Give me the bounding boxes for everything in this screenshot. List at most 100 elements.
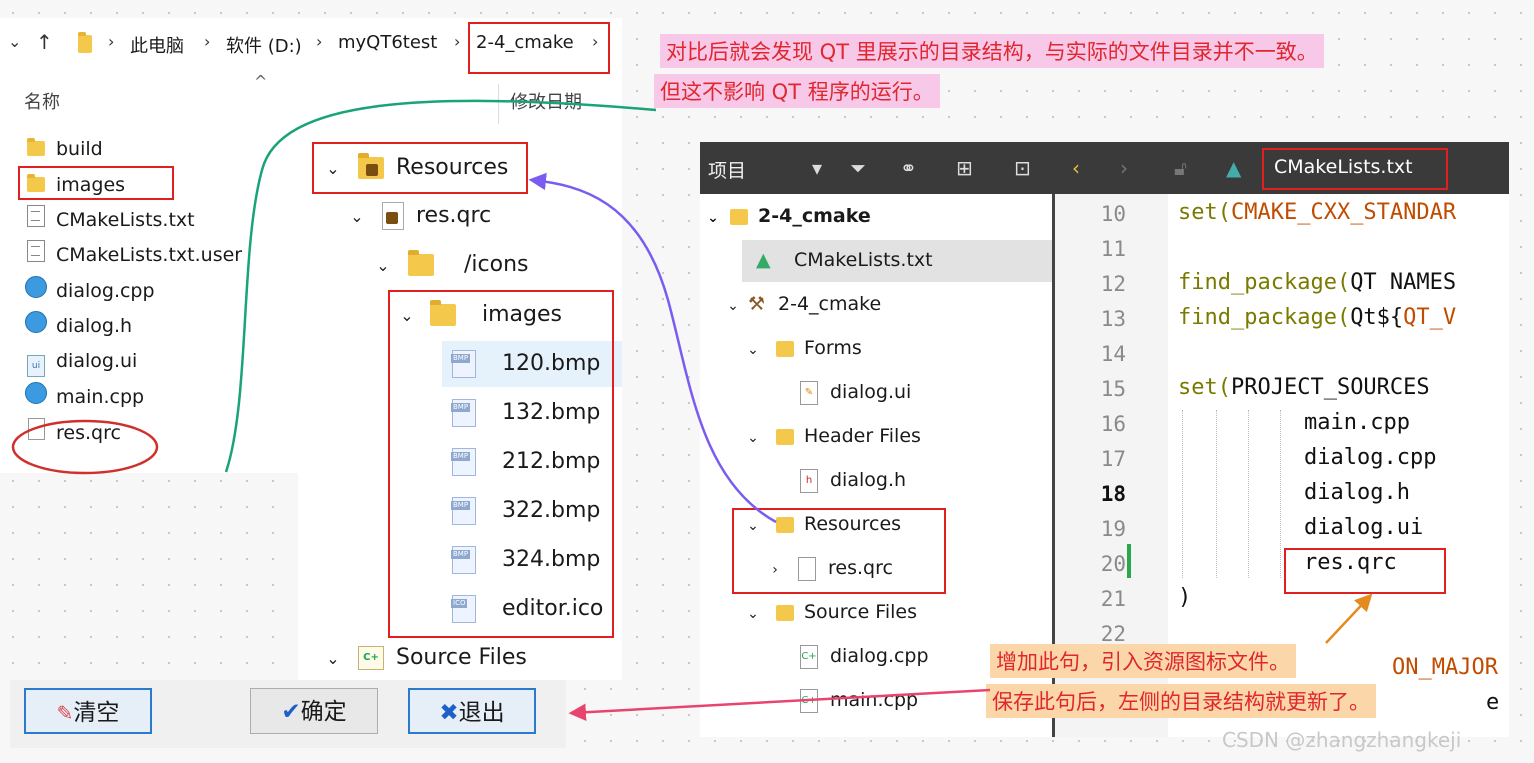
tree-label: /icons (464, 252, 529, 277)
chevron-down-icon[interactable]: ⌄ (370, 246, 396, 286)
line-number: 16 (1100, 412, 1126, 436)
file-item-cmakelists-user[interactable]: CMakeLists.txt.user (24, 240, 242, 270)
project-item-target[interactable]: ⌄ ⚒ 2-4_cmake (724, 284, 881, 324)
code-line-16: main.cpp (1304, 410, 1410, 435)
ok-button-label: 确定 (300, 699, 347, 725)
project-item-headers[interactable]: ⌄ Header Files (744, 416, 921, 456)
file-item-main-cpp[interactable]: main.cpp (24, 382, 144, 412)
line-number: 11 (1100, 237, 1126, 261)
lock-icon[interactable]: 🔓︎ (1174, 156, 1187, 180)
breadcrumb-this-pc[interactable]: 此电脑 (130, 32, 184, 58)
breadcrumb-myqt6test[interactable]: myQT6test (338, 32, 437, 53)
qt-creator-icon (24, 311, 48, 342)
tree-label: dialog.cpp (830, 645, 929, 667)
projects-label: 项目 (708, 160, 747, 182)
line-number: 17 (1100, 447, 1126, 471)
project-item-main-cpp[interactable]: C+ main.cpp (800, 680, 918, 720)
folder-icon (78, 32, 92, 58)
chevron-down-icon[interactable]: ⌄ (724, 286, 742, 326)
chevron-down-icon[interactable]: ⌄ (744, 594, 762, 634)
file-item-dialog-h[interactable]: dialog.h (24, 311, 132, 341)
tree-label: dialog.h (830, 469, 907, 491)
project-item-cmakelists[interactable]: ▲ CMakeLists.txt (756, 240, 933, 280)
split-icon[interactable]: ⊞ (956, 156, 973, 180)
hammer-icon: ⚒ (748, 293, 766, 315)
exit-button-label: 退出 (458, 700, 505, 726)
code-line-18: dialog.h (1304, 480, 1410, 505)
code-line-17: dialog.cpp (1304, 445, 1437, 470)
chevron-down-icon[interactable]: ⌄ (344, 197, 370, 237)
dropdown-icon[interactable]: ▾ (812, 156, 822, 180)
chevron-right-icon: › (454, 32, 461, 51)
highlight-box (1262, 148, 1448, 190)
eraser-icon: ✎ (56, 701, 74, 725)
code-line-10: set(CMAKE_CXX_STANDAR (1178, 200, 1457, 225)
text-file-icon (24, 205, 48, 236)
indent-guide (1248, 410, 1250, 578)
project-root[interactable]: ⌄ 2-4_cmake (704, 196, 871, 236)
exit-button[interactable]: ✖退出 (408, 688, 536, 734)
file-name: dialog.ui (56, 350, 138, 372)
back-icon[interactable]: ‹ (1072, 156, 1080, 180)
line-number: 12 (1100, 272, 1126, 296)
close-icon: ✖ (439, 700, 459, 726)
file-name: CMakeLists.txt (56, 209, 195, 231)
chevron-down-icon[interactable]: ⌄ (704, 198, 722, 238)
annotation-bottom-line1: 增加此句，引入资源图标文件。 (990, 644, 1296, 678)
file-item-build[interactable]: build (24, 134, 103, 164)
chevron-down-icon[interactable]: ⌄ (8, 32, 21, 51)
ok-button[interactable]: ✔确定 (250, 688, 378, 734)
project-item-dialog-h[interactable]: h dialog.h (800, 460, 906, 500)
header-file-icon: h (800, 468, 818, 493)
forward-icon[interactable]: › (1120, 156, 1128, 180)
project-item-forms[interactable]: ⌄ Forms (744, 328, 862, 368)
folder-icon (776, 340, 794, 357)
file-name: dialog.h (56, 315, 133, 337)
project-item-dialog-cpp[interactable]: C+ dialog.cpp (800, 636, 929, 676)
filter-icon[interactable]: ⏷ (850, 156, 866, 180)
clear-button[interactable]: ✎清空 (24, 688, 152, 734)
project-folder-icon (730, 208, 748, 225)
ui-file-icon: ✎ (800, 380, 818, 405)
chevron-down-icon[interactable]: ⌄ (320, 639, 346, 679)
indent-guide (1280, 410, 1282, 578)
cmake-icon: ▲ (1226, 156, 1242, 180)
line-number: 15 (1100, 377, 1126, 401)
annotation-bottom-line2: 保存此句后，左侧的目录结构就更新了。 (986, 684, 1376, 718)
ui-file-icon: ui (24, 347, 48, 377)
indent-guide (1216, 410, 1218, 578)
tree-item-icons[interactable]: ⌄ /icons (370, 245, 529, 285)
chevron-down-icon[interactable]: ⌄ (744, 418, 762, 458)
breadcrumb-drive-d[interactable]: 软件 (D:) (226, 32, 302, 58)
code-line-15: set(PROJECT_SOURCES (1178, 375, 1430, 400)
highlight-box (732, 508, 946, 594)
highlight-box (468, 22, 610, 74)
file-item-res-qrc[interactable]: res.qrc (24, 418, 121, 448)
column-header-date[interactable]: 修改日期 (510, 88, 582, 114)
user-file-icon (24, 240, 48, 271)
tree-label: dialog.ui (830, 381, 912, 403)
folder-icon (408, 250, 434, 276)
project-item-sources[interactable]: ⌄ Source Files (744, 592, 917, 632)
tree-label: res.qrc (416, 203, 492, 228)
up-arrow-icon[interactable]: ↑ (36, 30, 53, 54)
change-marker (1127, 544, 1131, 578)
file-name: CMakeLists.txt.user (56, 244, 243, 266)
tree-label: main.cpp (830, 689, 919, 711)
chevron-down-icon[interactable]: ⌄ (744, 330, 762, 370)
line-number: 21 (1100, 587, 1126, 611)
qt-creator-icon (24, 382, 48, 413)
tree-item-source-files[interactable]: ⌄ C+ Source Files (320, 638, 527, 678)
clear-button-label: 清空 (73, 700, 120, 726)
file-item-dialog-ui[interactable]: ui dialog.ui (24, 346, 138, 377)
link-icon[interactable]: ⚭ (900, 156, 917, 180)
column-header-name[interactable]: 名称 (24, 88, 60, 114)
file-item-dialog-cpp[interactable]: dialog.cpp (24, 276, 155, 306)
file-name: build (56, 138, 103, 160)
file-item-cmakelists[interactable]: CMakeLists.txt (24, 205, 195, 235)
project-item-dialog-ui[interactable]: ✎ dialog.ui (800, 372, 911, 412)
tree-item-res-qrc[interactable]: ⌄ res.qrc (344, 196, 491, 236)
annotation-top-line1: 对比后就会发现 QT 里展示的目录结构，与实际的文件目录并不一致。 (660, 34, 1324, 68)
code-line-partial: e (1486, 690, 1500, 715)
close-panel-icon[interactable]: ⊡ (1014, 156, 1031, 180)
